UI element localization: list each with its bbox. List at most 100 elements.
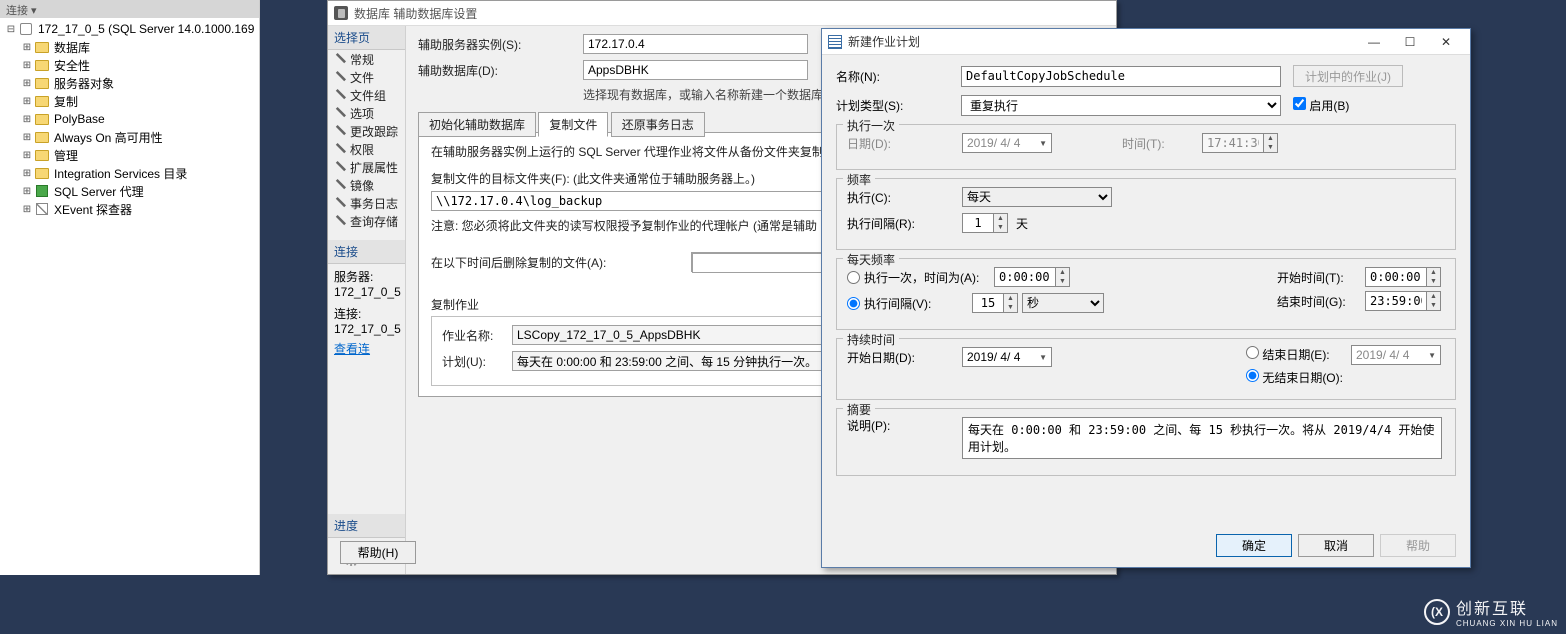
- sidebar-page-item[interactable]: 选项: [328, 104, 405, 122]
- sidebar-page-item[interactable]: 查询存储: [328, 212, 405, 230]
- expand-icon[interactable]: ⊞: [22, 78, 32, 89]
- end-date-picker: 2019/ 4/ 4▼: [1351, 345, 1441, 365]
- minimize-button[interactable]: —: [1356, 31, 1392, 53]
- schedule-input[interactable]: [512, 351, 822, 371]
- tree-label: 服务器对象: [54, 75, 114, 92]
- start-date-picker[interactable]: 2019/ 4/ 4▼: [962, 347, 1052, 367]
- interval-spinner[interactable]: ▲▼: [962, 213, 1008, 233]
- ok-button[interactable]: 确定: [1216, 534, 1292, 557]
- daily-repeat-value-spinner[interactable]: ▲▼: [972, 293, 1018, 313]
- wrench-icon: [334, 197, 346, 209]
- dialog-sidebar: 选择页 常规文件文件组选项更改跟踪权限扩展属性镜像事务日志查询存储 连接 服务器…: [328, 26, 406, 574]
- tab-copy-files[interactable]: 复制文件: [538, 112, 608, 137]
- instance-input[interactable]: [583, 34, 808, 54]
- progress-header: 进度: [328, 514, 405, 538]
- end-date-radio-label[interactable]: 结束日期(E): 2019/ 4/ 4▼: [1246, 345, 1441, 365]
- daily-once-label: 执行一次，时间为(A):: [864, 269, 994, 286]
- dropdown-icon[interactable]: ▼: [1039, 353, 1047, 362]
- name-input[interactable]: [961, 66, 1281, 87]
- summary-textarea[interactable]: [962, 417, 1442, 459]
- dialog-titlebar[interactable]: 新建作业计划 — ☐ ✕: [822, 29, 1470, 55]
- tree-item[interactable]: ⊞ Integration Services 目录: [4, 164, 255, 182]
- daily-repeat-unit-select[interactable]: 秒: [1022, 293, 1104, 313]
- sidebar-page-item[interactable]: 常规: [328, 50, 405, 68]
- tab-initialize[interactable]: 初始化辅助数据库: [418, 112, 536, 137]
- daily-once-radio[interactable]: [847, 271, 860, 284]
- expand-icon[interactable]: ⊞: [22, 204, 32, 215]
- end-time-spinner[interactable]: ▲▼: [1365, 291, 1441, 311]
- wrench-icon: [334, 107, 346, 119]
- interval-unit: 天: [1016, 215, 1028, 232]
- expand-icon[interactable]: ⊞: [22, 96, 32, 107]
- summary-label: 说明(P):: [847, 417, 962, 434]
- end-date-radio[interactable]: [1246, 346, 1259, 359]
- tree-item[interactable]: ⊞ 数据库: [4, 38, 255, 56]
- tree-item[interactable]: ⊞Always On 高可用性: [4, 128, 255, 146]
- secondary-db-input[interactable]: [583, 60, 808, 80]
- expand-icon[interactable]: ⊞: [22, 186, 32, 197]
- sidebar-page-item[interactable]: 镜像: [328, 176, 405, 194]
- interval-label: 执行间隔(R):: [847, 215, 962, 232]
- expand-icon[interactable]: ⊞: [22, 132, 32, 143]
- wrench-icon: [334, 161, 346, 173]
- sidebar-page-item[interactable]: 扩展属性: [328, 158, 405, 176]
- view-connection-link[interactable]: 查看连: [334, 342, 370, 356]
- collapse-icon[interactable]: ⊟: [6, 24, 16, 35]
- maximize-button[interactable]: ☐: [1392, 31, 1428, 53]
- tree-item[interactable]: ⊞安全性: [4, 56, 255, 74]
- tree-label: 数据库: [54, 39, 90, 56]
- start-date-label: 开始日期(D):: [847, 349, 962, 366]
- tree-item[interactable]: ⊞SQL Server 代理: [4, 182, 255, 200]
- new-job-schedule-dialog: 新建作业计划 — ☐ ✕ 名称(N): 计划中的作业(J) 计划类型(S): 重…: [821, 28, 1471, 568]
- watermark-pinyin: CHUANG XIN HU LIAN: [1456, 619, 1558, 628]
- enable-checkbox-label[interactable]: 启用(B): [1293, 97, 1349, 114]
- expand-icon[interactable]: ⊞: [22, 114, 32, 125]
- daily-once-time-spinner[interactable]: ▲▼: [994, 267, 1070, 287]
- sidebar-page-item[interactable]: 更改跟踪: [328, 122, 405, 140]
- server-value: 172_17_0_5: [334, 285, 399, 299]
- tree-item[interactable]: ⊞管理: [4, 146, 255, 164]
- cancel-button[interactable]: 取消: [1298, 534, 1374, 557]
- connect-toolbar[interactable]: 连接 ▾: [0, 0, 259, 18]
- connection-value: 172_17_0_5: [334, 322, 399, 336]
- job-name-input[interactable]: [512, 325, 822, 345]
- schedule-type-label: 计划类型(S):: [836, 97, 961, 114]
- tree-item[interactable]: ⊞ PolyBase: [4, 110, 255, 128]
- group-legend: 每天频率: [843, 251, 899, 268]
- tree-item[interactable]: ⊞复制: [4, 92, 255, 110]
- tree-item[interactable]: ⊞XEvent 探查器: [4, 200, 255, 218]
- expand-icon[interactable]: ⊞: [22, 150, 32, 161]
- agent-icon: [36, 185, 48, 197]
- folder-icon: [35, 60, 49, 71]
- execute-label: 执行(C):: [847, 189, 962, 206]
- summary-group: 摘要 说明(P):: [836, 408, 1456, 476]
- tree-item[interactable]: ⊞ 服务器对象: [4, 74, 255, 92]
- dialog-titlebar[interactable]: 数据库 辅助数据库设置: [328, 1, 1116, 26]
- no-end-date-radio-label[interactable]: 无结束日期(O):: [1246, 369, 1343, 386]
- expand-icon[interactable]: ⊞: [22, 42, 32, 53]
- expand-icon[interactable]: ⊞: [22, 60, 32, 71]
- folder-icon: [35, 78, 49, 89]
- expand-icon[interactable]: ⊞: [22, 168, 32, 179]
- sidebar-page-item[interactable]: 文件组: [328, 86, 405, 104]
- start-time-spinner[interactable]: ▲▼: [1365, 267, 1441, 287]
- daily-repeat-radio[interactable]: [847, 297, 860, 310]
- schedule-type-select[interactable]: 重复执行: [961, 95, 1281, 116]
- tab-restore-log[interactable]: 还原事务日志: [611, 112, 705, 137]
- tree-server-root[interactable]: ⊟ 172_17_0_5 (SQL Server 14.0.1000.169: [4, 20, 255, 38]
- execute-select[interactable]: 每天: [962, 187, 1112, 207]
- tree-label: PolyBase: [54, 112, 105, 126]
- tree-label: Integration Services 目录: [54, 165, 187, 182]
- no-end-date-radio[interactable]: [1246, 369, 1259, 382]
- frequency-group: 频率 执行(C): 每天 执行间隔(R): ▲▼ 天: [836, 178, 1456, 250]
- close-button[interactable]: ✕: [1428, 31, 1464, 53]
- folder-icon: [35, 42, 49, 53]
- sidebar-page-item[interactable]: 文件: [328, 68, 405, 86]
- connection-label: 连接:: [334, 305, 399, 322]
- sidebar-page-item[interactable]: 权限: [328, 140, 405, 158]
- once-date-picker: 2019/ 4/ 4▼: [962, 133, 1052, 153]
- schedule-icon: [828, 35, 842, 49]
- sidebar-page-item[interactable]: 事务日志: [328, 194, 405, 212]
- help-button[interactable]: 帮助(H): [340, 541, 416, 564]
- enable-checkbox[interactable]: [1293, 97, 1306, 110]
